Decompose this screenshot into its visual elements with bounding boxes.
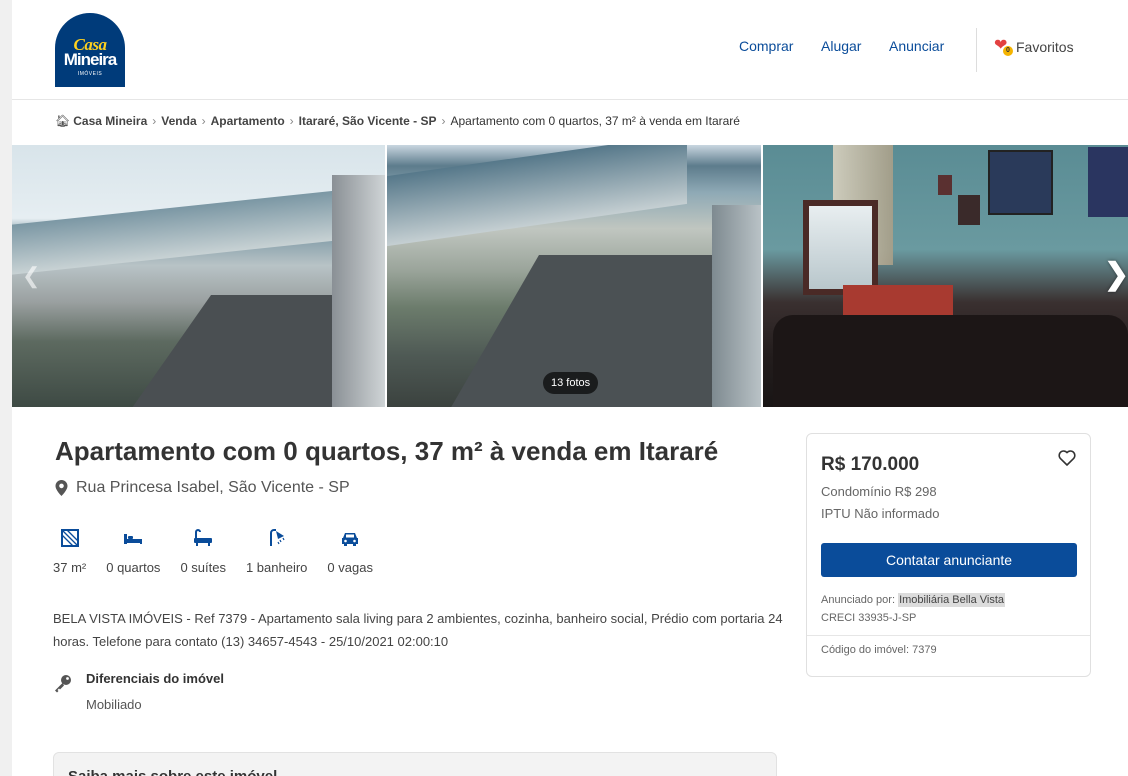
feature-parking: 0 vagas bbox=[327, 528, 373, 575]
gallery-photo-3[interactable] bbox=[763, 145, 1128, 407]
feature-bathrooms: 1 banheiro bbox=[246, 528, 307, 575]
feature-parking-label: 0 vagas bbox=[327, 560, 373, 575]
key-icon bbox=[55, 675, 71, 693]
area-icon bbox=[60, 529, 79, 547]
contact-advertiser-button[interactable]: Contatar anunciante bbox=[821, 543, 1077, 577]
price: R$ 170.000 bbox=[821, 454, 920, 475]
card-divider bbox=[807, 635, 1090, 636]
differentials-value: Mobiliado bbox=[86, 697, 142, 712]
casa-mineira-logo[interactable]: Casa Mineira IMÓVEIS bbox=[55, 13, 125, 87]
location-pin-icon bbox=[55, 480, 68, 496]
gallery-prev-arrow-icon[interactable]: ❮ bbox=[22, 263, 40, 289]
gallery-photo-1[interactable] bbox=[12, 145, 385, 407]
breadcrumb-venda[interactable]: Venda bbox=[161, 114, 196, 128]
feature-bedrooms-label: 0 quartos bbox=[106, 560, 161, 575]
favorites-heart-icon: ❤ 0 bbox=[994, 38, 1014, 56]
more-info-title: Saiba mais sobre este imóvel bbox=[68, 768, 277, 776]
breadcrumb-separator-icon: › bbox=[441, 114, 446, 128]
nav-comprar[interactable]: Comprar bbox=[739, 38, 793, 54]
nav-anunciar[interactable]: Anunciar bbox=[889, 38, 944, 54]
breadcrumb-location[interactable]: Itararé, São Vicente - SP bbox=[299, 114, 437, 128]
bed-icon bbox=[124, 534, 143, 544]
breadcrumb-apartamento[interactable]: Apartamento bbox=[211, 114, 285, 128]
favorites-label: Favoritos bbox=[1016, 39, 1074, 55]
nav-alugar[interactable]: Alugar bbox=[821, 38, 861, 54]
gallery-next-arrow-icon[interactable]: ❯ bbox=[1104, 257, 1128, 292]
advertised-by-label: Anunciado por: bbox=[821, 594, 899, 606]
condo-fee: Condomínio R$ 298 bbox=[821, 484, 937, 499]
more-info-section[interactable]: Saiba mais sobre este imóvel bbox=[53, 752, 777, 776]
advertised-by: Anunciado por: Imobiliária Bella Vista bbox=[821, 593, 1006, 607]
photo-gallery: ❮ ❯ 13 fotos bbox=[12, 145, 1128, 407]
shower-icon bbox=[269, 529, 285, 546]
logo-line-2: Mineira bbox=[63, 50, 118, 69]
home-icon: 🏠︎ bbox=[55, 114, 71, 128]
price-card: R$ 170.000 Condomínio R$ 298 IPTU Não in… bbox=[806, 433, 1091, 677]
breadcrumb-separator-icon: › bbox=[152, 114, 157, 128]
breadcrumb-separator-icon: › bbox=[201, 114, 206, 128]
nav-divider bbox=[976, 28, 977, 72]
feature-bathrooms-label: 1 banheiro bbox=[245, 560, 308, 575]
feature-bedrooms: 0 quartos bbox=[106, 528, 160, 575]
agency-link[interactable]: Imobiliária Bella Vista bbox=[898, 593, 1006, 607]
listing-description: BELA VISTA IMÓVEIS - Ref 7379 - Apartame… bbox=[53, 611, 783, 649]
differentials-title: Diferenciais do imóvel bbox=[86, 671, 224, 686]
creci: CRECI 33935-J-SP bbox=[821, 612, 917, 624]
listing-address: Rua Princesa Isabel, São Vicente - SP bbox=[55, 479, 350, 497]
breadcrumb: 🏠︎ Casa Mineira › Venda › Apartamento › … bbox=[55, 114, 740, 128]
gallery-photo-2[interactable] bbox=[387, 145, 761, 407]
page: Casa Mineira IMÓVEIS Comprar Alugar Anun… bbox=[12, 0, 1128, 776]
feature-suites: 0 suítes bbox=[180, 528, 226, 575]
feature-list: 37 m² 0 quartos 0 suítes 1 banheiro 0 va… bbox=[53, 528, 393, 575]
car-icon bbox=[342, 533, 359, 546]
feature-area-label: 37 m² bbox=[53, 560, 87, 575]
iptu: IPTU Não informado bbox=[821, 506, 940, 521]
feature-area: 37 m² bbox=[53, 528, 86, 575]
address-text: Rua Princesa Isabel, São Vicente - SP bbox=[76, 479, 350, 496]
site-header: Casa Mineira IMÓVEIS Comprar Alugar Anun… bbox=[12, 0, 1128, 100]
feature-suites-label: 0 suítes bbox=[180, 560, 226, 575]
bathtub-icon bbox=[194, 529, 213, 546]
property-code: Código do imóvel: 7379 bbox=[821, 644, 937, 656]
favorites-count-badge: 0 bbox=[1003, 46, 1013, 56]
logo-line-3: IMÓVEIS bbox=[77, 71, 103, 77]
listing-title: Apartamento com 0 quartos, 37 m² à venda… bbox=[55, 436, 719, 466]
favorites-link[interactable]: ❤ 0 Favoritos bbox=[994, 38, 1074, 56]
favorite-heart-icon[interactable] bbox=[1057, 448, 1077, 468]
breadcrumb-home[interactable]: Casa Mineira bbox=[73, 114, 147, 128]
photo-count-badge[interactable]: 13 fotos bbox=[543, 372, 599, 394]
breadcrumb-current: Apartamento com 0 quartos, 37 m² à venda… bbox=[450, 114, 740, 128]
breadcrumb-separator-icon: › bbox=[289, 114, 294, 128]
